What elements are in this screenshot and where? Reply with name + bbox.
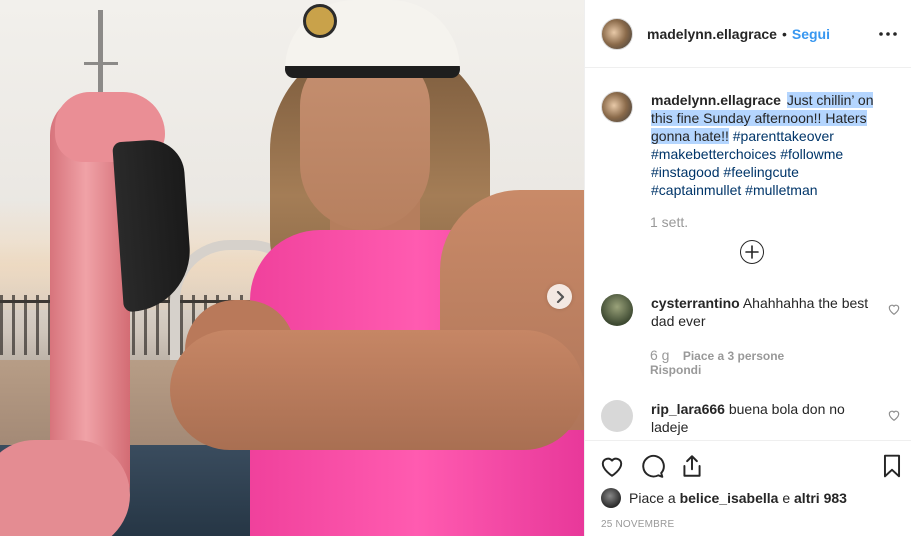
comment-text: cysterrantino Ahahhahha the best dad eve… xyxy=(651,294,871,330)
caption: madelynn.ellagrace Just chillin’ on this… xyxy=(601,91,901,199)
hashtag[interactable]: #parenttakeover xyxy=(733,128,834,144)
liked-by-connector: e xyxy=(782,490,791,506)
hashtag[interactable]: #mulletman xyxy=(745,182,817,198)
caption-avatar[interactable] xyxy=(601,91,633,123)
chevron-right-icon xyxy=(556,290,564,303)
liked-by: Piace a belice_isabella e altri 983 xyxy=(601,488,847,508)
plus-circle-icon xyxy=(745,245,759,259)
hashtag[interactable]: #feelingcute xyxy=(723,164,799,180)
more-icon xyxy=(879,32,897,36)
author-username[interactable]: madelynn.ellagrace xyxy=(647,26,777,42)
header-separator: • xyxy=(781,25,787,42)
liked-by-others[interactable]: altri 983 xyxy=(794,490,847,506)
comment-item: rip_lara666 buena bola don no ladeje xyxy=(601,400,901,436)
post-photo[interactable] xyxy=(0,0,584,536)
comment-meta: 6 g Piace a 3 persone xyxy=(650,347,784,363)
liker-avatar[interactable] xyxy=(601,488,621,508)
post-header: madelynn.ellagrace • Segui xyxy=(585,0,911,68)
photo-flamingo-body xyxy=(0,440,130,536)
hashtag[interactable]: #captainmullet xyxy=(651,182,741,198)
caption-text: madelynn.ellagrace Just chillin’ on this… xyxy=(651,91,885,199)
hashtag[interactable]: #instagood xyxy=(651,164,720,180)
photo-hat-badge xyxy=(303,4,337,38)
comment-username[interactable]: cysterrantino xyxy=(651,295,740,311)
action-bar xyxy=(599,453,905,479)
comment-username[interactable]: rip_lara666 xyxy=(651,401,725,417)
photo-pole-bar xyxy=(84,62,118,65)
hashtag[interactable]: #makebetterchoices xyxy=(651,146,776,162)
load-more-comments-button[interactable] xyxy=(740,240,764,264)
liked-by-user[interactable]: belice_isabella xyxy=(680,490,779,506)
comment-text: rip_lara666 buena bola don no ladeje xyxy=(651,400,871,436)
liked-by-prefix: Piace a xyxy=(629,490,676,506)
comment-like-icon[interactable] xyxy=(887,302,901,316)
reply-button[interactable]: Rispondi xyxy=(650,363,701,377)
comment-avatar[interactable] xyxy=(601,294,633,326)
next-photo-button[interactable] xyxy=(547,284,572,309)
comment-avatar[interactable] xyxy=(601,400,633,432)
caption-username[interactable]: madelynn.ellagrace xyxy=(651,92,781,108)
share-icon[interactable] xyxy=(679,453,705,479)
hashtag[interactable]: #followme xyxy=(780,146,843,162)
follow-button[interactable]: Segui xyxy=(792,26,830,42)
caption-timestamp[interactable]: 1 sett. xyxy=(650,214,688,230)
post-side-panel: madelynn.ellagrace • Segui madelynn.ella… xyxy=(584,0,911,536)
comment-likes[interactable]: Piace a 3 persone xyxy=(683,349,784,363)
more-options-button[interactable] xyxy=(876,22,900,46)
post-actions-area: Piace a belice_isabella e altri 983 25 n… xyxy=(585,440,911,536)
comment-item: cysterrantino Ahahhahha the best dad eve… xyxy=(601,294,901,330)
post-date[interactable]: 25 novembre xyxy=(601,519,674,530)
comment-icon[interactable] xyxy=(639,453,665,479)
comment-like-icon[interactable] xyxy=(887,408,901,422)
bookmark-icon[interactable] xyxy=(879,453,905,479)
comment-age[interactable]: 6 g xyxy=(650,347,669,363)
photo-crossed-arms xyxy=(170,330,584,450)
author-avatar[interactable] xyxy=(601,17,633,50)
heart-icon[interactable] xyxy=(599,453,625,479)
comments-list[interactable]: madelynn.ellagrace Just chillin’ on this… xyxy=(585,68,911,440)
